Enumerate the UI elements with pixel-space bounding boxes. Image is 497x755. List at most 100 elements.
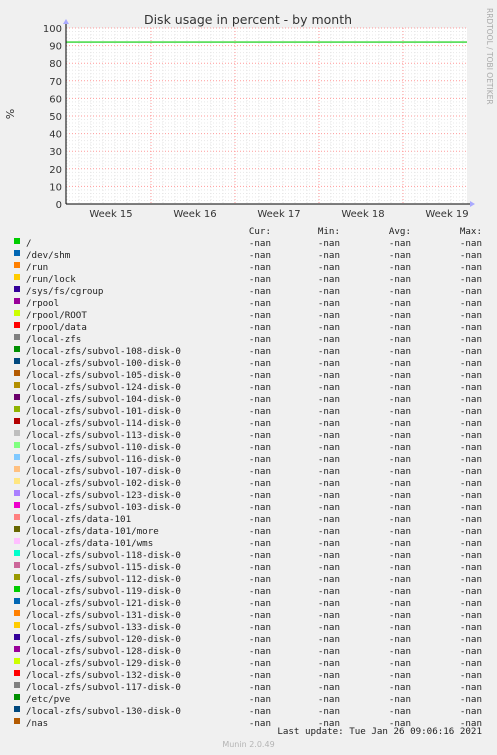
legend-cur: -nan bbox=[248, 598, 271, 609]
legend-max: -nan bbox=[459, 646, 482, 657]
legend-max: -nan bbox=[459, 394, 482, 405]
legend-avg: -nan bbox=[388, 430, 411, 441]
legend-row: /rpool/ROOT -nan -nan -nan -nan bbox=[0, 310, 497, 322]
legend-min: -nan bbox=[317, 418, 340, 429]
legend-max: -nan bbox=[459, 406, 482, 417]
legend-swatch bbox=[14, 442, 20, 448]
legend-avg: -nan bbox=[388, 562, 411, 573]
legend-max: -nan bbox=[459, 346, 482, 357]
legend-label: /local-zfs/subvol-107-disk-0 bbox=[26, 466, 181, 477]
legend-avg: -nan bbox=[388, 610, 411, 621]
legend-cur: -nan bbox=[248, 430, 271, 441]
legend-swatch bbox=[14, 250, 20, 256]
legend-row: /local-zfs/subvol-114-disk-0 -nan -nan -nan… bbox=[0, 418, 497, 430]
legend-max: -nan bbox=[459, 298, 482, 309]
legend-label: /dev/shm bbox=[26, 250, 71, 261]
legend-label: /local-zfs/subvol-113-disk-0 bbox=[26, 430, 181, 441]
legend-cur: -nan bbox=[248, 574, 271, 585]
legend-label: /local-zfs/subvol-131-disk-0 bbox=[26, 610, 181, 621]
legend-min: -nan bbox=[317, 598, 340, 609]
legend-cur: -nan bbox=[248, 298, 271, 309]
legend-cur: -nan bbox=[248, 658, 271, 669]
legend-avg: -nan bbox=[388, 334, 411, 345]
legend-row: /run/lock -nan -nan -nan -nan bbox=[0, 274, 497, 286]
y-tick-label: 80 bbox=[49, 59, 62, 70]
legend-cur: -nan bbox=[248, 262, 271, 273]
legend-max: -nan bbox=[459, 574, 482, 585]
legend-row: /local-zfs/subvol-105-disk-0 -nan -nan -nan… bbox=[0, 370, 497, 382]
last-update: Last update: Tue Jan 26 09:06:16 2021 bbox=[277, 726, 482, 737]
legend-min: -nan bbox=[317, 574, 340, 585]
legend-min: -nan bbox=[317, 262, 340, 273]
x-tick-label: Week 15 bbox=[89, 209, 132, 220]
legend-cur: -nan bbox=[248, 454, 271, 465]
legend-row: /local-zfs/subvol-124-disk-0 -nan -nan -nan… bbox=[0, 382, 497, 394]
legend-max: -nan bbox=[459, 274, 482, 285]
legend-label: /local-zfs/data-101 bbox=[26, 514, 132, 525]
legend-avg: -nan bbox=[388, 346, 411, 357]
legend-avg: -nan bbox=[388, 586, 411, 597]
legend-row: /local-zfs/data-101/wms -nan -nan -nan -nan bbox=[0, 538, 497, 550]
legend-row: /etc/pve -nan -nan -nan -nan bbox=[0, 694, 497, 706]
y-tick-label: 20 bbox=[49, 165, 62, 176]
legend-label: /local-zfs/subvol-133-disk-0 bbox=[26, 622, 181, 633]
legend-max: -nan bbox=[459, 634, 482, 645]
legend-max: -nan bbox=[459, 322, 482, 333]
legend-avg: -nan bbox=[388, 658, 411, 669]
legend-swatch bbox=[14, 610, 20, 616]
chart: 0102030405060708090100 Week 15 Week 16 Wee… bbox=[4, 8, 494, 220]
legend-avg: -nan bbox=[388, 238, 411, 249]
legend-swatch bbox=[14, 370, 20, 376]
x-tick-label: Week 17 bbox=[257, 209, 300, 220]
legend-row: /local-zfs/subvol-123-disk-0 -nan -nan -nan… bbox=[0, 490, 497, 502]
y-tick-label: 30 bbox=[49, 147, 62, 158]
legend-label: /local-zfs/subvol-119-disk-0 bbox=[26, 586, 181, 597]
legend-avg: -nan bbox=[388, 358, 411, 369]
legend-min: -nan bbox=[317, 706, 340, 717]
legend-label: /run bbox=[26, 262, 49, 273]
legend-row: /local-zfs/subvol-100-disk-0 -nan -nan -nan… bbox=[0, 358, 497, 370]
legend-label: /local-zfs/subvol-114-disk-0 bbox=[26, 418, 181, 429]
legend-min: -nan bbox=[317, 238, 340, 249]
legend-avg: -nan bbox=[388, 490, 411, 501]
legend-avg: -nan bbox=[388, 646, 411, 657]
legend-row: /local-zfs/subvol-101-disk-0 -nan -nan -nan… bbox=[0, 406, 497, 418]
legend-label: /local-zfs/data-101/more bbox=[26, 526, 159, 537]
legend-cur: -nan bbox=[248, 466, 271, 477]
legend-label: /sys/fs/cgroup bbox=[26, 286, 104, 297]
legend-swatch bbox=[14, 718, 20, 724]
legend-max: -nan bbox=[459, 694, 482, 705]
legend-avg: -nan bbox=[388, 298, 411, 309]
legend-cur: -nan bbox=[248, 478, 271, 489]
legend-min: -nan bbox=[317, 634, 340, 645]
legend-label: /local-zfs/subvol-102-disk-0 bbox=[26, 478, 181, 489]
header-min: Min: bbox=[317, 226, 340, 237]
legend-swatch bbox=[14, 478, 20, 484]
legend-swatch bbox=[14, 586, 20, 592]
legend-min: -nan bbox=[317, 514, 340, 525]
legend-avg: -nan bbox=[388, 634, 411, 645]
legend-max: -nan bbox=[459, 370, 482, 381]
legend-label: /local-zfs/subvol-123-disk-0 bbox=[26, 490, 181, 501]
legend-row: / -nan -nan -nan -nan bbox=[0, 238, 497, 250]
legend-avg: -nan bbox=[388, 454, 411, 465]
legend-cur: -nan bbox=[248, 718, 271, 729]
legend-min: -nan bbox=[317, 478, 340, 489]
legend-row: /local-zfs/subvol-118-disk-0 -nan -nan -nan… bbox=[0, 550, 497, 562]
legend-min: -nan bbox=[317, 658, 340, 669]
legend-row: /sys/fs/cgroup -nan -nan -nan -nan bbox=[0, 286, 497, 298]
legend-min: -nan bbox=[317, 358, 340, 369]
legend-min: -nan bbox=[317, 586, 340, 597]
legend-swatch bbox=[14, 430, 20, 436]
legend-swatch bbox=[14, 634, 20, 640]
legend-label: /local-zfs/subvol-120-disk-0 bbox=[26, 634, 181, 645]
legend-avg: -nan bbox=[388, 694, 411, 705]
legend-max: -nan bbox=[459, 238, 482, 249]
legend-cur: -nan bbox=[248, 442, 271, 453]
legend-cur: -nan bbox=[248, 514, 271, 525]
legend-min: -nan bbox=[317, 646, 340, 657]
legend-row: /local-zfs/subvol-128-disk-0 -nan -nan -nan… bbox=[0, 646, 497, 658]
legend-swatch bbox=[14, 382, 20, 388]
legend-swatch bbox=[14, 658, 20, 664]
legend-swatch bbox=[14, 238, 20, 244]
